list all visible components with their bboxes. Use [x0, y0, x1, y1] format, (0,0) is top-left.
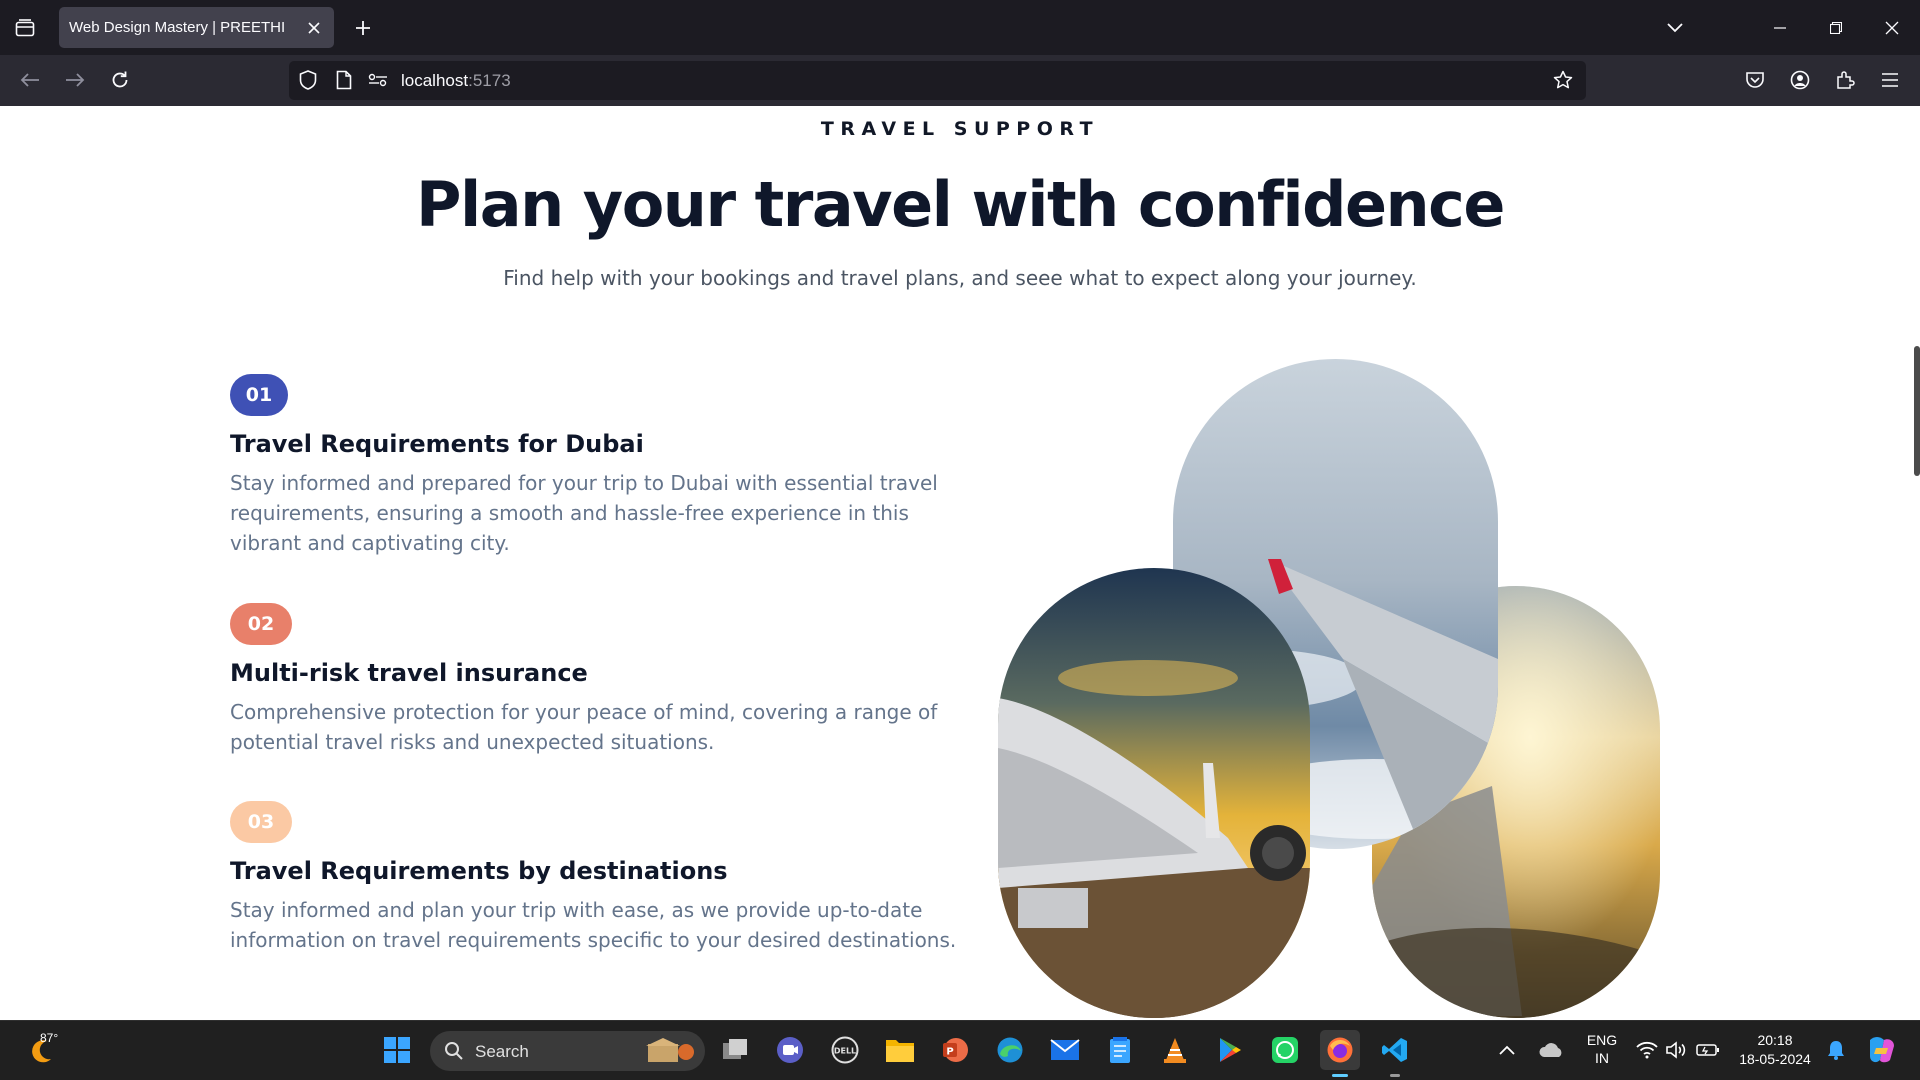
feature-title: Travel Requirements for Dubai: [230, 430, 644, 458]
clock[interactable]: 20:18 18-05-2024: [1730, 1031, 1820, 1069]
dell-app-icon[interactable]: DELL: [825, 1030, 865, 1070]
running-app-indicator: [1390, 1074, 1400, 1077]
feature-number: 03: [247, 811, 275, 833]
feature-number-badge: 02: [230, 603, 292, 645]
notification-bell-icon[interactable]: [1822, 1030, 1850, 1070]
pocket-icon[interactable]: [1739, 64, 1771, 96]
meet-app-icon[interactable]: [770, 1030, 810, 1070]
task-view-icon[interactable]: [715, 1030, 755, 1070]
windows-taskbar: 87° Search DELL P ENG IN 20:18 18-05-202…: [0, 1020, 1920, 1080]
play-store-icon[interactable]: [1210, 1030, 1250, 1070]
file-explorer-icon[interactable]: [880, 1030, 920, 1070]
svg-text:P: P: [946, 1047, 953, 1058]
search-icon: [445, 1042, 463, 1060]
url-bar[interactable]: localhost:5173: [289, 61, 1586, 100]
vlc-player-icon[interactable]: [1155, 1030, 1195, 1070]
account-icon[interactable]: [1784, 64, 1816, 96]
feature-item-1: 01 Travel Requirements for Dubai Stay in…: [230, 374, 960, 558]
svg-text:DELL: DELL: [834, 1047, 856, 1056]
section-eyebrow: TRAVEL SUPPORT: [820, 118, 1100, 140]
url-host: localhost: [401, 71, 469, 90]
wifi-icon[interactable]: [1633, 1030, 1661, 1070]
windows-start-icon[interactable]: [377, 1030, 417, 1070]
feature-title: Travel Requirements by destinations: [230, 857, 728, 885]
browser-tab-active[interactable]: Web Design Mastery | PREETHI: [59, 7, 334, 48]
feature-number: 02: [247, 613, 275, 635]
clock-date: 18-05-2024: [1739, 1051, 1811, 1067]
bookmark-star-icon[interactable]: [1552, 69, 1574, 91]
tab-title: Web Design Mastery | PREETHI: [69, 19, 286, 36]
language-code: ENG: [1586, 1032, 1618, 1048]
restore-icon[interactable]: [1808, 0, 1864, 55]
search-highlight-icon: [646, 1038, 694, 1062]
clock-time: 20:18: [1757, 1032, 1793, 1048]
region-code: IN: [1595, 1050, 1609, 1066]
weather-temp: 87°: [40, 1031, 59, 1045]
chevron-down-icon[interactable]: [1660, 13, 1690, 43]
close-window-icon[interactable]: [1864, 0, 1920, 55]
url-text[interactable]: localhost:5173: [401, 71, 511, 91]
section-subline: Find help with your bookings and travel …: [503, 266, 1417, 290]
section-headline: Plan your travel with confidence: [416, 168, 1505, 241]
feature-title: Multi-risk travel insurance: [230, 659, 588, 687]
search-placeholder: Search: [475, 1042, 529, 1061]
volume-icon[interactable]: [1662, 1030, 1690, 1070]
page-content: TRAVEL SUPPORT Plan your travel with con…: [0, 106, 1920, 1020]
new-tab-icon[interactable]: [348, 13, 378, 43]
whatsapp-icon[interactable]: [1265, 1030, 1305, 1070]
language-indicator[interactable]: ENG IN: [1582, 1031, 1622, 1067]
copilot-icon[interactable]: [1862, 1030, 1902, 1070]
minimize-icon[interactable]: [1752, 0, 1808, 55]
feature-description: Stay informed and prepared for your trip…: [230, 471, 938, 555]
shield-icon[interactable]: [297, 69, 319, 91]
notepad-icon[interactable]: [1100, 1030, 1140, 1070]
back-arrow-icon[interactable]: [14, 64, 46, 96]
chevron-up-icon[interactable]: [1492, 1030, 1522, 1070]
site-permissions-icon[interactable]: [367, 69, 389, 91]
feature-number-badge: 03: [230, 801, 292, 843]
active-app-indicator: [1332, 1074, 1348, 1077]
browser-tab-bar: Web Design Mastery | PREETHI: [0, 0, 1920, 55]
reload-icon[interactable]: [104, 64, 136, 96]
vscode-icon[interactable]: [1375, 1030, 1415, 1070]
browser-nav-bar: localhost:5173: [0, 55, 1920, 106]
battery-icon[interactable]: [1692, 1030, 1724, 1070]
page-icon[interactable]: [333, 69, 355, 91]
mail-icon[interactable]: [1045, 1030, 1085, 1070]
feature-number-badge: 01: [230, 374, 288, 416]
airplane-on-runway-sunset-photo: [998, 568, 1310, 1018]
menu-hamburger-icon[interactable]: [1874, 64, 1906, 96]
feature-description: Comprehensive protection for your peace …: [230, 700, 938, 754]
feature-number: 01: [245, 384, 273, 406]
powerpoint-icon[interactable]: P: [935, 1030, 975, 1070]
taskbar-search-box[interactable]: Search: [430, 1031, 705, 1071]
tab-list-icon[interactable]: [10, 13, 40, 43]
extensions-icon[interactable]: [1829, 64, 1861, 96]
close-tab-icon[interactable]: [304, 18, 324, 38]
edge-browser-icon[interactable]: [990, 1030, 1030, 1070]
url-port: :5173: [468, 71, 511, 90]
onedrive-icon[interactable]: [1535, 1030, 1567, 1070]
forward-arrow-icon[interactable]: [59, 64, 91, 96]
feature-item-3: 03 Travel Requirements by destinations S…: [230, 801, 960, 955]
feature-item-2: 02 Multi-risk travel insurance Comprehen…: [230, 603, 960, 757]
page-scrollbar-thumb[interactable]: [1914, 346, 1920, 476]
feature-description: Stay informed and plan your trip with ea…: [230, 898, 957, 952]
firefox-icon[interactable]: [1320, 1030, 1360, 1070]
